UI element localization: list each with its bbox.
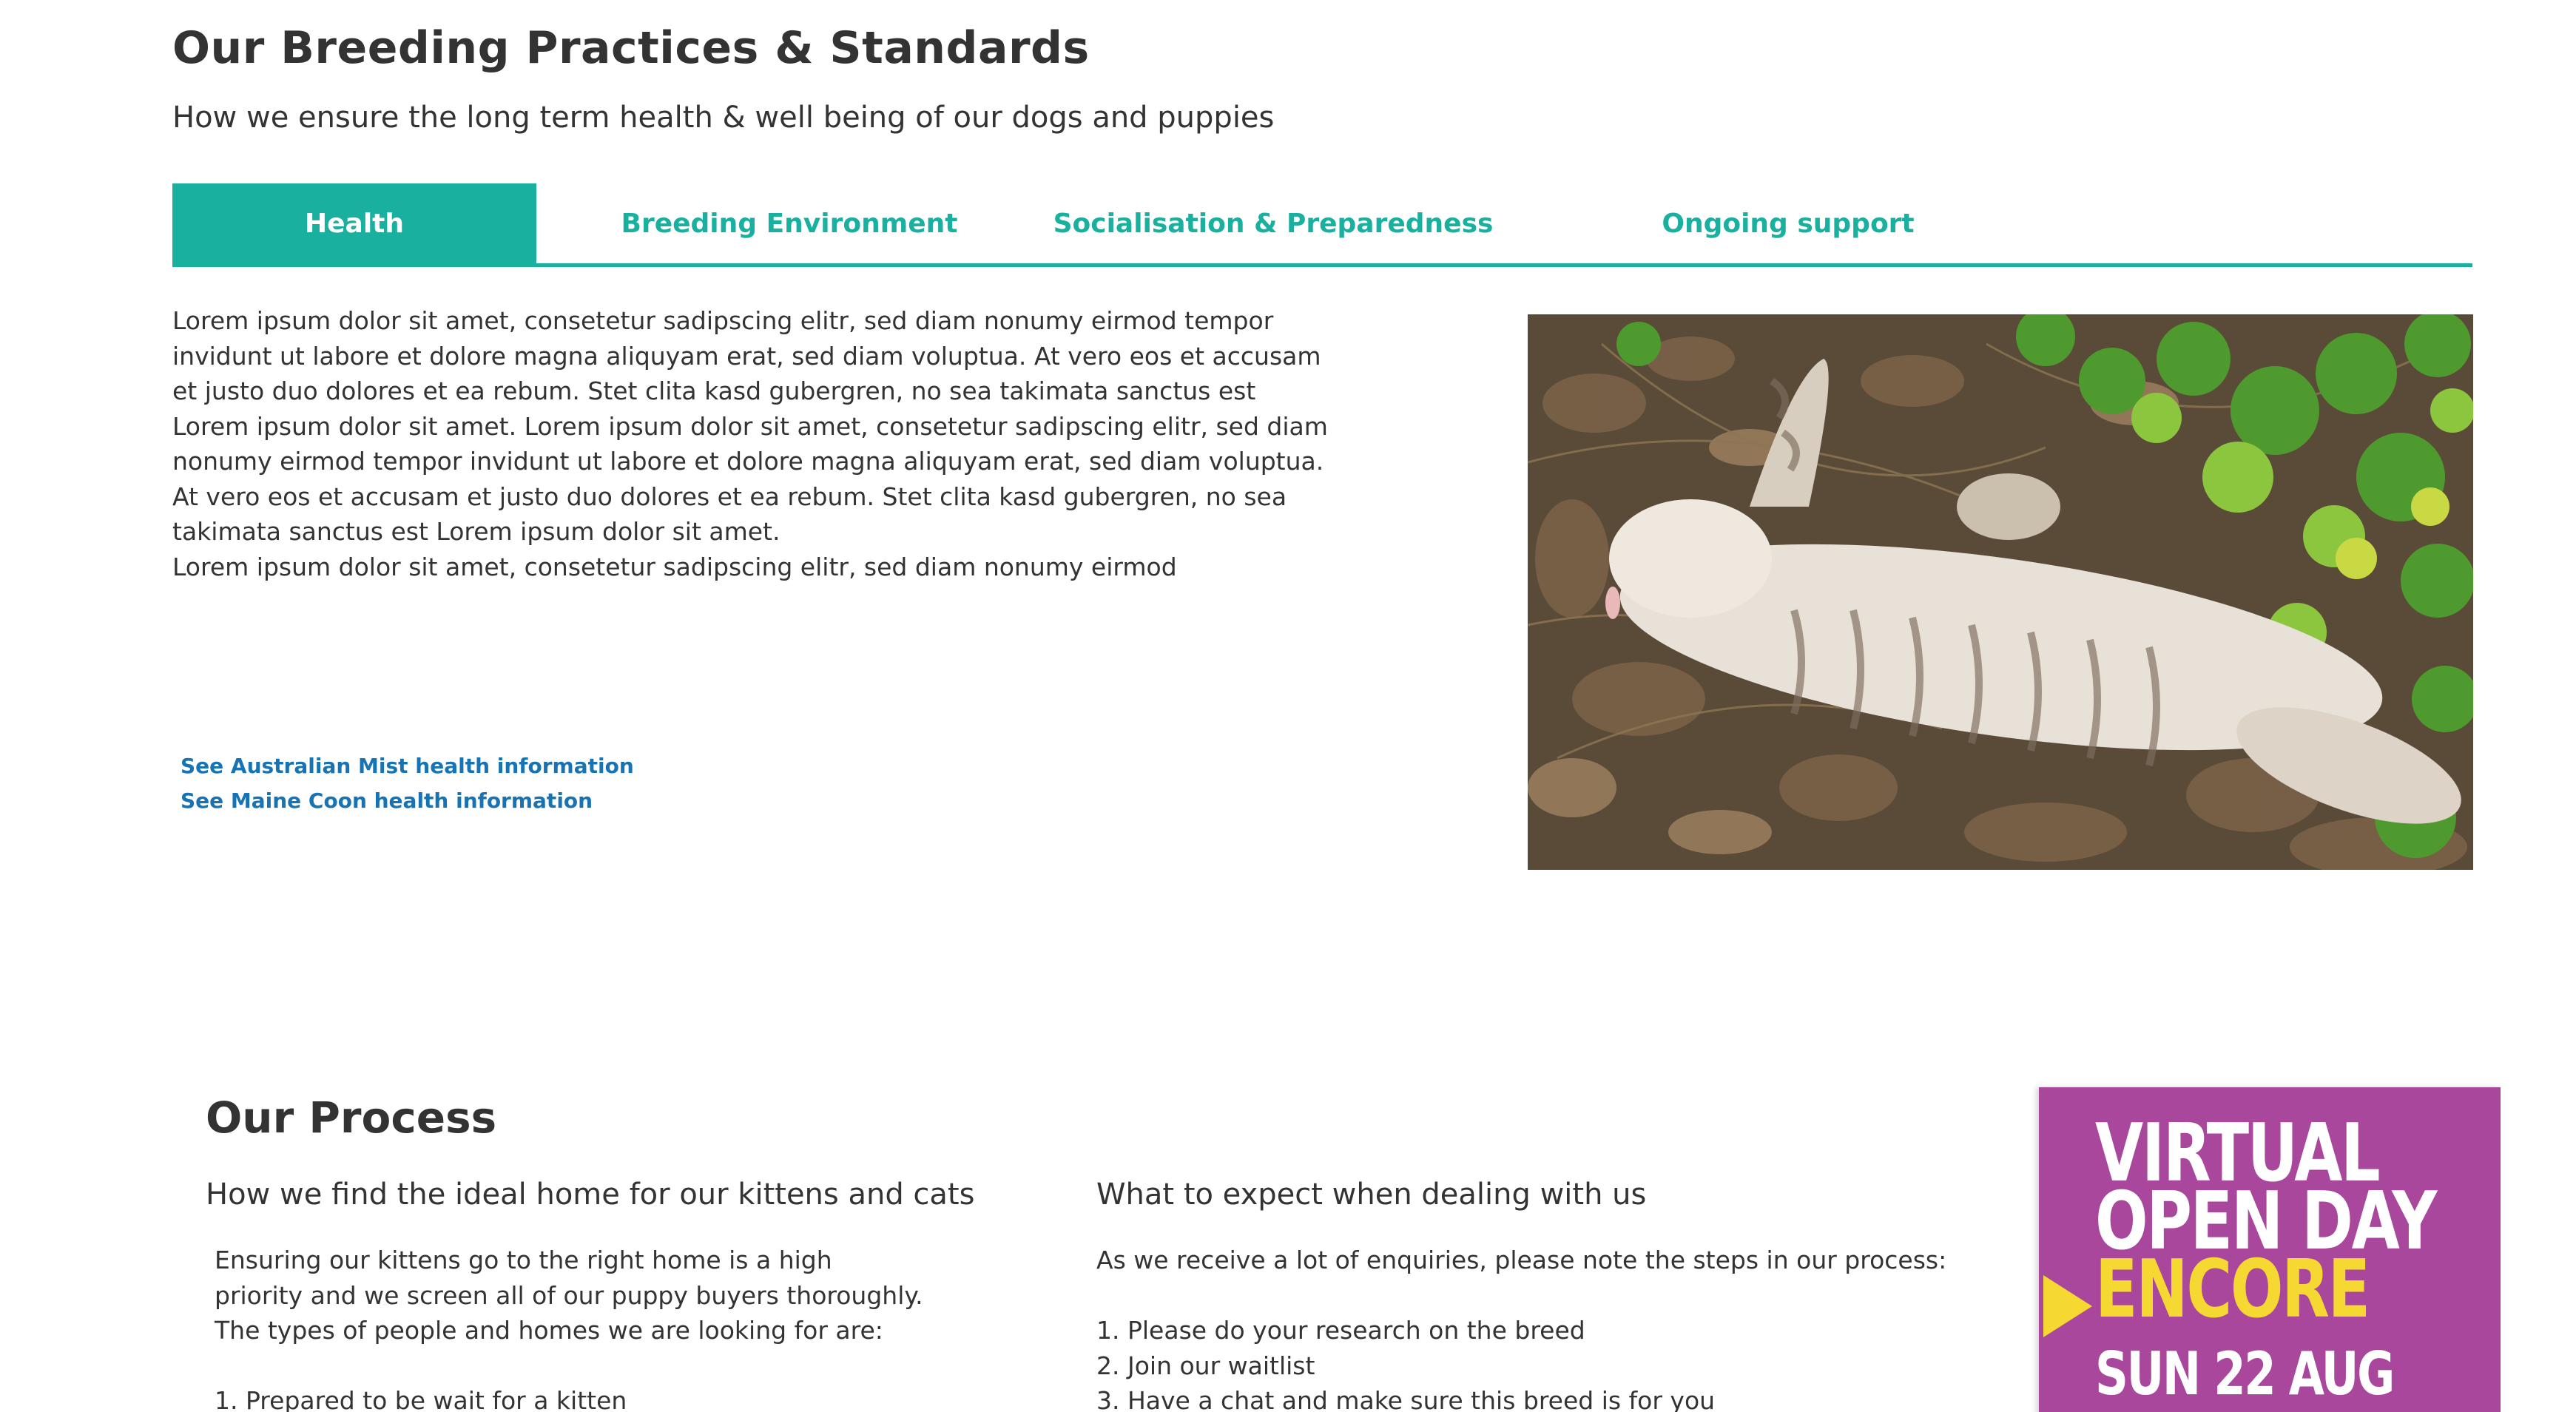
process-col1-text: Ensuring our kittens go to the right hom…: [215, 1246, 923, 1345]
tab-breeding-environment[interactable]: Breeding Environment: [587, 183, 992, 263]
promo-line-4: SUN 22 AUG: [2095, 1340, 2395, 1408]
section-subtitle: How we ensure the long term health & wel…: [172, 101, 1275, 135]
page: Our Breeding Practices & Standards How w…: [0, 0, 2576, 1412]
health-paragraph-2: Lorem ipsum dolor sit amet, consetetur s…: [172, 552, 1177, 581]
process-col2-heading: What to expect when dealing with us: [1096, 1178, 1647, 1212]
health-paragraph-1: Lorem ipsum dolor sit amet, consetetur s…: [172, 306, 1328, 546]
play-arrow-icon: [2043, 1275, 2092, 1337]
australian-mist-health-link[interactable]: See Australian Mist health information: [181, 749, 634, 783]
list-item: 1. Prepared to be wait for a kitten: [215, 1386, 627, 1412]
process-col1-list: 1. Prepared to be wait for a kitten: [215, 1383, 627, 1412]
process-title: Our Process: [206, 1092, 497, 1143]
list-item: 2. Join our waitlist: [1096, 1351, 1315, 1380]
process-col2-list: 1. Please do your research on the breed …: [1096, 1313, 1715, 1412]
health-links: See Australian Mist health information S…: [181, 749, 634, 818]
section-title: Our Breeding Practices & Standards: [172, 22, 1090, 74]
list-item: 1. Please do your research on the breed: [1096, 1316, 1585, 1345]
list-item: 3. Have a chat and make sure this breed …: [1096, 1386, 1716, 1412]
maine-coon-health-link[interactable]: See Maine Coon health information: [181, 783, 634, 818]
practices-tabs: Health Breeding Environment Socialisatio…: [172, 183, 2472, 267]
health-tab-content: Lorem ipsum dolor sit amet, consetetur s…: [172, 303, 1334, 584]
cat-photo: [1528, 314, 2473, 870]
process-col1-heading: How we find the ideal home for our kitte…: [206, 1178, 975, 1212]
tab-socialisation-preparedness[interactable]: Socialisation & Preparedness: [1036, 183, 1510, 263]
tab-health[interactable]: Health: [172, 183, 536, 263]
virtual-open-day-banner[interactable]: VIRTUAL OPEN DAY ENCORE SUN 22 AUG: [2039, 1087, 2501, 1412]
process-col2-text: As we receive a lot of enquiries, please…: [1096, 1246, 1947, 1274]
promo-line-3: ENCORE: [2095, 1243, 2370, 1336]
tab-ongoing-support[interactable]: Ongoing support: [1554, 183, 2022, 263]
